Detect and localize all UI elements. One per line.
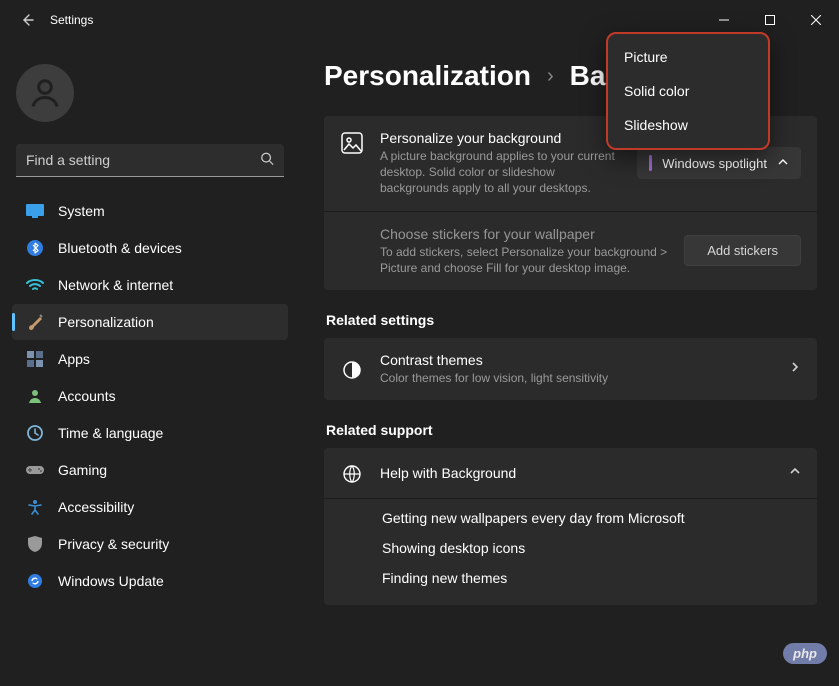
sidebar-item-privacy[interactable]: Privacy & security xyxy=(12,526,288,562)
help-card: Help with Background Getting new wallpap… xyxy=(324,448,817,605)
stickers-sub: To add stickers, select Personalize your… xyxy=(380,244,668,276)
nav-label: Time & language xyxy=(58,425,163,441)
bluetooth-icon xyxy=(26,239,44,257)
nav-label: Bluetooth & devices xyxy=(58,240,182,256)
search-box[interactable] xyxy=(16,144,284,177)
contrast-icon xyxy=(340,358,364,380)
breadcrumb-separator: › xyxy=(547,65,554,88)
nav-list: System Bluetooth & devices Network & int… xyxy=(6,193,294,599)
option-slideshow[interactable]: Slideshow xyxy=(608,108,768,142)
contrast-card[interactable]: Contrast themes Color themes for low vis… xyxy=(324,338,817,400)
nav-label: Gaming xyxy=(58,462,107,478)
search-input[interactable] xyxy=(16,144,284,177)
gamepad-icon xyxy=(26,461,44,479)
help-link-themes[interactable]: Finding new themes xyxy=(324,563,817,593)
nav-label: Accessibility xyxy=(58,499,134,515)
sidebar-item-personalization[interactable]: Personalization xyxy=(12,304,288,340)
sidebar-item-gaming[interactable]: Gaming xyxy=(12,452,288,488)
help-link-wallpapers[interactable]: Getting new wallpapers every day from Mi… xyxy=(324,503,817,533)
nav-label: Accounts xyxy=(58,388,116,404)
breadcrumb-parent[interactable]: Personalization xyxy=(324,60,531,92)
apps-icon xyxy=(26,350,44,368)
personalize-title: Personalize your background xyxy=(380,130,621,146)
help-title: Help with Background xyxy=(380,465,773,481)
accessibility-icon xyxy=(26,498,44,516)
help-header-row[interactable]: Help with Background xyxy=(324,448,817,498)
nav-label: Apps xyxy=(58,351,90,367)
background-type-menu: Picture Solid color Slideshow xyxy=(606,32,770,150)
watermark: php xyxy=(783,643,831,664)
option-solid-color[interactable]: Solid color xyxy=(608,74,768,108)
contrast-sub: Color themes for low vision, light sensi… xyxy=(380,370,773,386)
maximize-icon xyxy=(765,15,775,25)
shield-icon xyxy=(26,535,44,553)
profile-block[interactable] xyxy=(6,56,294,130)
sidebar-item-accessibility[interactable]: Accessibility xyxy=(12,489,288,525)
back-button[interactable] xyxy=(12,12,42,28)
sidebar: System Bluetooth & devices Network & int… xyxy=(0,48,300,608)
related-settings-heading: Related settings xyxy=(326,312,817,328)
chevron-right-icon xyxy=(789,360,801,378)
avatar xyxy=(16,64,74,122)
stickers-row: Choose stickers for your wallpaper To ad… xyxy=(324,211,817,290)
accounts-icon xyxy=(26,387,44,405)
related-support-heading: Related support xyxy=(326,422,817,438)
help-link-icons[interactable]: Showing desktop icons xyxy=(324,533,817,563)
sidebar-item-accounts[interactable]: Accounts xyxy=(12,378,288,414)
picture-icon xyxy=(340,130,364,154)
nav-label: System xyxy=(58,203,105,219)
globe-icon xyxy=(340,462,364,484)
sidebar-item-apps[interactable]: Apps xyxy=(12,341,288,377)
nav-label: Windows Update xyxy=(58,573,164,589)
dropdown-selected: Windows spotlight xyxy=(662,156,767,171)
minimize-icon xyxy=(719,15,729,25)
background-type-dropdown[interactable]: Windows spotlight xyxy=(637,147,801,179)
clock-icon xyxy=(26,424,44,442)
personalize-sub: A picture background applies to your cur… xyxy=(380,148,621,197)
sidebar-item-network[interactable]: Network & internet xyxy=(12,267,288,303)
nav-label: Privacy & security xyxy=(58,536,169,552)
paintbrush-icon xyxy=(26,313,44,331)
accent-bar xyxy=(649,155,652,171)
arrow-left-icon xyxy=(19,12,35,28)
update-icon xyxy=(26,572,44,590)
window-title: Settings xyxy=(50,13,93,27)
sidebar-item-time[interactable]: Time & language xyxy=(12,415,288,451)
close-button[interactable] xyxy=(793,4,839,36)
stickers-title: Choose stickers for your wallpaper xyxy=(380,226,668,242)
display-icon xyxy=(26,202,44,220)
add-stickers-button[interactable]: Add stickers xyxy=(684,235,801,266)
chevron-up-icon xyxy=(789,464,801,482)
option-picture[interactable]: Picture xyxy=(608,40,768,74)
close-icon xyxy=(811,15,821,25)
nav-label: Network & internet xyxy=(58,277,173,293)
sidebar-item-system[interactable]: System xyxy=(12,193,288,229)
search-icon xyxy=(260,151,274,170)
sidebar-item-update[interactable]: Windows Update xyxy=(12,563,288,599)
wifi-icon xyxy=(26,276,44,294)
person-icon xyxy=(27,75,63,111)
nav-label: Personalization xyxy=(58,314,154,330)
chevron-up-icon xyxy=(777,156,789,171)
sidebar-item-bluetooth[interactable]: Bluetooth & devices xyxy=(12,230,288,266)
contrast-title: Contrast themes xyxy=(380,352,773,368)
watermark-pill: php xyxy=(783,643,827,664)
